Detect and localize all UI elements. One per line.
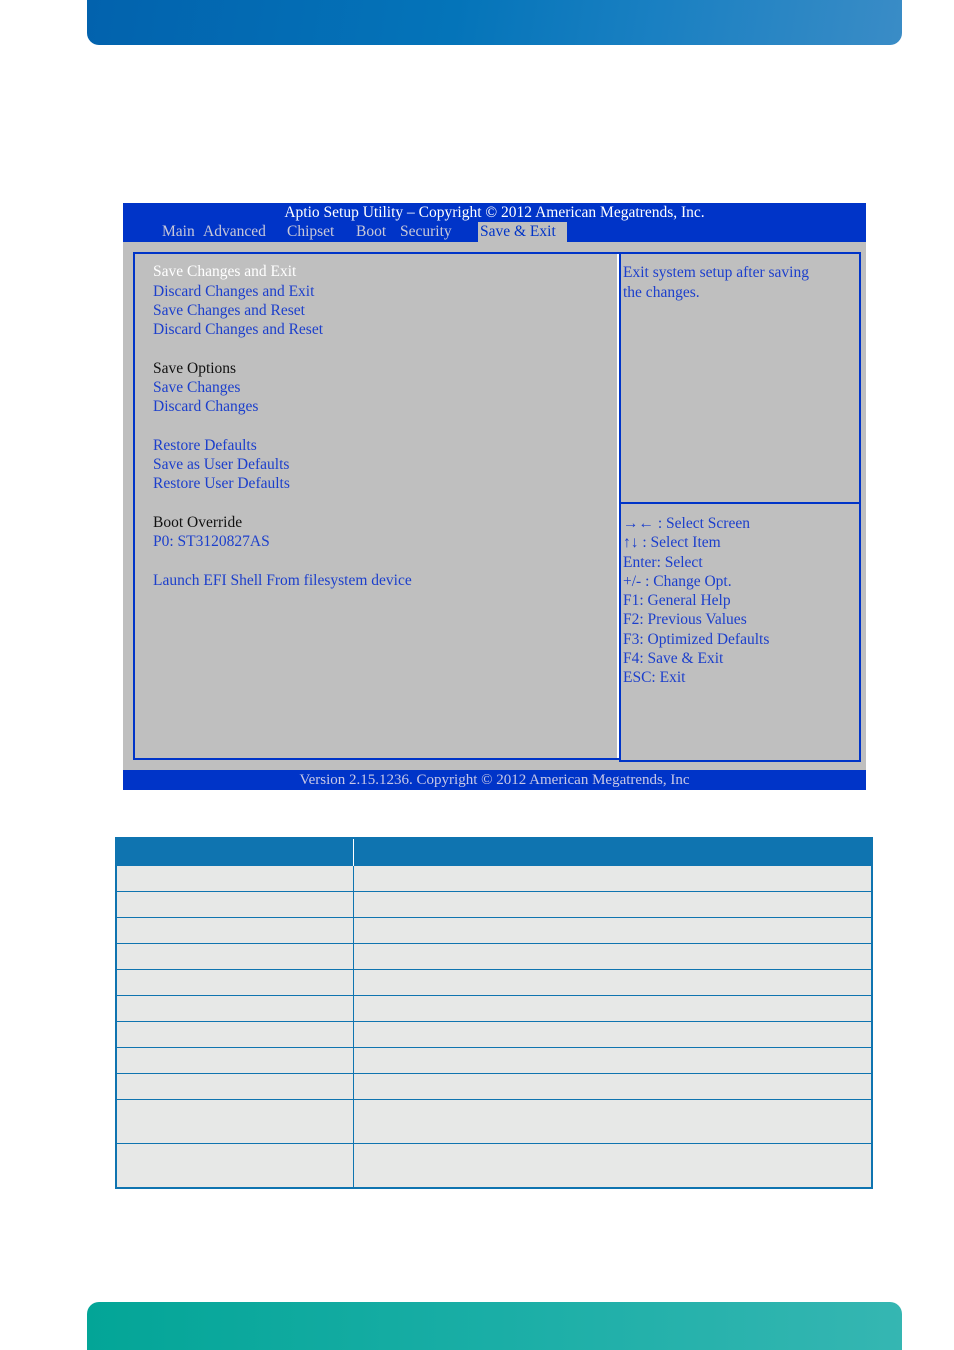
table-row: [116, 943, 872, 970]
bios-title: Aptio Setup Utility – Copyright © 2012 A…: [284, 204, 705, 221]
table-cell: [353, 1143, 872, 1188]
table-cell: [353, 891, 872, 918]
help-line: the changes.: [623, 284, 700, 301]
section-label-boot-override: Boot Override: [153, 514, 243, 531]
table-row: [116, 865, 872, 892]
bios-footer: Version 2.15.1236. Copyright © 2012 Amer…: [123, 770, 866, 790]
menu-discard-changes[interactable]: Discard Changes: [153, 397, 258, 416]
key-hint-change-opt: +/- : Change Opt.: [623, 572, 732, 590]
table-header-cell: [116, 838, 354, 866]
page-footer-band: [87, 1302, 902, 1350]
table-cell: [116, 969, 354, 996]
key-hint-f3: F3: Optimized Defaults: [623, 630, 770, 648]
table-cell: [353, 1047, 872, 1074]
key-hint-select-screen: →← : Select Screen: [623, 515, 750, 532]
menu-launch-efi-shell[interactable]: Launch EFI Shell From filesystem device: [153, 571, 412, 590]
key-hint-f2: F2: Previous Values: [623, 611, 747, 629]
tab-main[interactable]: Main: [162, 222, 195, 242]
table-row: [116, 995, 872, 1022]
bios-tab-bar: Main Advanced Chipset Boot Security Save…: [123, 222, 866, 242]
menu-discard-changes-and-exit[interactable]: Discard Changes and Exit: [153, 282, 314, 301]
tab-advanced[interactable]: Advanced: [203, 222, 266, 242]
table-row: [116, 969, 872, 996]
menu-boot-device-p0[interactable]: P0: ST3120827AS: [153, 532, 270, 551]
key-hint-f1: F1: General Help: [623, 592, 731, 610]
table-cell: [353, 943, 872, 970]
tab-security[interactable]: Security: [400, 222, 452, 242]
section-label-save-options: Save Options: [153, 360, 237, 377]
table-cell: [353, 917, 872, 944]
table-row: [116, 1143, 872, 1188]
menu-restore-user-defaults[interactable]: Restore User Defaults: [153, 474, 290, 493]
tab-chipset[interactable]: Chipset: [287, 222, 334, 242]
table-row: [116, 1021, 872, 1048]
table-cell: [353, 865, 872, 892]
table-cell: [116, 1143, 354, 1188]
menu-save-changes-and-reset[interactable]: Save Changes and Reset: [153, 301, 305, 320]
key-hint-f4: F4: Save & Exit: [623, 650, 724, 668]
table-cell: [353, 969, 872, 996]
table-cell: [116, 1099, 354, 1144]
table-row: [116, 891, 872, 918]
table-cell: [116, 917, 354, 944]
table-row: [116, 917, 872, 944]
help-text: Exit system setup after saving the chang…: [623, 263, 859, 303]
tab-save-exit[interactable]: Save & Exit: [478, 222, 567, 242]
table-cell: [353, 995, 872, 1022]
key-legend: →← : Select Screen ↑↓ : Select Item Ente…: [623, 514, 859, 688]
table-cell: [116, 995, 354, 1022]
key-hint-select-item: ↑↓ : Select Item: [623, 534, 721, 552]
menu-save-changes-and-exit[interactable]: Save Changes and Exit: [153, 262, 296, 281]
table-header-cell: [353, 838, 872, 866]
bios-header: Aptio Setup Utility – Copyright © 2012 A…: [123, 203, 866, 242]
menu-save-changes[interactable]: Save Changes: [153, 378, 240, 397]
menu-discard-changes-and-reset[interactable]: Discard Changes and Reset: [153, 320, 323, 339]
table-cell: [353, 1099, 872, 1144]
table-cell: [116, 1073, 354, 1100]
table-cell: [353, 1021, 872, 1048]
table-header-row: [116, 838, 872, 866]
table-cell: [116, 1021, 354, 1048]
table-row: [116, 1099, 872, 1144]
help-line: Exit system setup after saving: [623, 264, 809, 281]
table-cell: [353, 1073, 872, 1100]
page-header-band: [87, 0, 902, 45]
table-cell: [116, 1047, 354, 1074]
table-cell: [116, 891, 354, 918]
table-cell: [116, 943, 354, 970]
options-table: [115, 837, 873, 1189]
key-hint-enter: Enter: Select: [623, 553, 703, 571]
menu-restore-defaults[interactable]: Restore Defaults: [153, 436, 257, 455]
table-row: [116, 1073, 872, 1100]
tab-boot[interactable]: Boot: [356, 222, 386, 242]
bios-setup-screen: Aptio Setup Utility – Copyright © 2012 A…: [123, 203, 866, 790]
menu-save-as-user-defaults[interactable]: Save as User Defaults: [153, 455, 289, 474]
key-hint-esc: ESC: Exit: [623, 669, 686, 687]
table-row: [116, 1047, 872, 1074]
table-cell: [116, 865, 354, 892]
